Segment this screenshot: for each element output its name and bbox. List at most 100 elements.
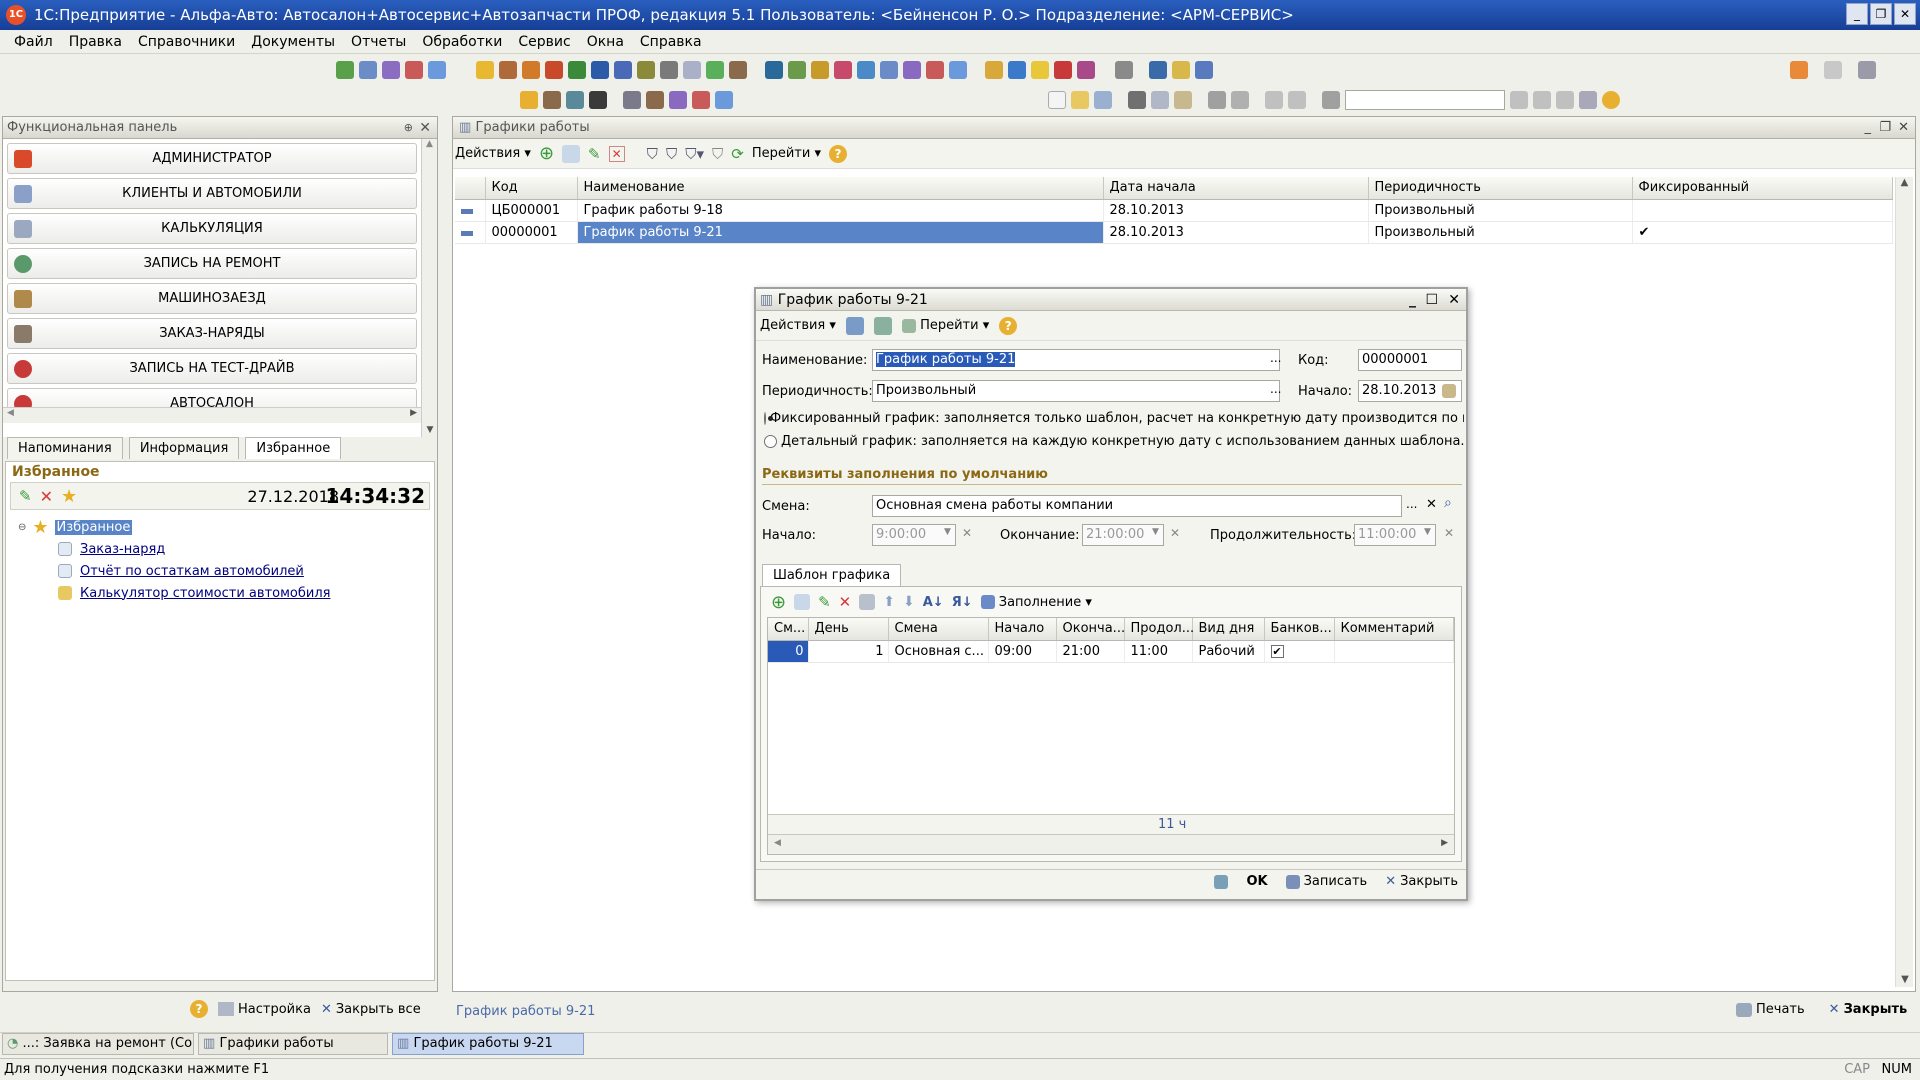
move-up-icon[interactable]: ⬆: [883, 594, 895, 610]
toolbar-form-icon[interactable]: [683, 61, 701, 79]
col-periodicity[interactable]: Периодичность: [1368, 177, 1633, 200]
end-time-clear-icon[interactable]: ✕: [1170, 526, 1180, 540]
bank-day-checkbox[interactable]: ✔: [1270, 644, 1284, 658]
print-button[interactable]: Печать: [1736, 1002, 1805, 1017]
toolbar-tools-icon[interactable]: [1115, 61, 1133, 79]
star-icon[interactable]: ★: [61, 486, 77, 507]
template-copy-icon[interactable]: [794, 594, 811, 610]
info-icon[interactable]: [1602, 91, 1620, 109]
table-row-selected[interactable]: 00000001 График работы 9-21 28.10.2013 П…: [455, 221, 1893, 244]
shift-field[interactable]: Основная смена работы компании: [872, 495, 1402, 517]
toolbar-repair-icon[interactable]: [623, 91, 641, 109]
code-field[interactable]: 00000001: [1358, 349, 1462, 371]
list-vscrollbar[interactable]: ▲ ▼: [1895, 177, 1913, 987]
toolbar-report-icon[interactable]: [765, 61, 783, 79]
toolbar-book-icon[interactable]: [1149, 61, 1167, 79]
add-icon[interactable]: ⊕: [539, 143, 554, 164]
toolbar-car-icon[interactable]: [543, 91, 561, 109]
task-repair-request[interactable]: ◔ ...: Заявка на ремонт (Со...: [2, 1033, 194, 1055]
dialog-actions-menu[interactable]: Действия ▾: [760, 318, 836, 333]
task-schedule-9-21[interactable]: ▥ График работы 9-21: [392, 1033, 584, 1055]
col-name[interactable]: Наименование: [577, 177, 1104, 200]
collapse-icon[interactable]: ⊖: [18, 522, 26, 533]
toolbar-note-icon[interactable]: [1031, 61, 1049, 79]
save-button[interactable]: Записать: [1285, 874, 1367, 889]
filter-list-icon[interactable]: ⛉▾: [685, 145, 704, 163]
menu-help[interactable]: Справка: [632, 34, 710, 50]
copy-row-icon[interactable]: [562, 144, 581, 163]
toolbar-tree-icon[interactable]: [788, 61, 806, 79]
ok-button[interactable]: OK: [1246, 874, 1267, 889]
toolbar-arrows-icon[interactable]: [834, 61, 852, 79]
dialog-close-button[interactable]: ✕: [1448, 289, 1460, 311]
search-icon[interactable]: [1322, 91, 1340, 109]
toolbar-bell-icon[interactable]: [520, 91, 538, 109]
refresh-icon[interactable]: ⟳: [731, 145, 744, 163]
new-doc-icon[interactable]: [1048, 91, 1066, 109]
filter-icon[interactable]: ⛉: [647, 145, 658, 163]
toolbar-money-icon[interactable]: [568, 61, 586, 79]
radio-detail-icon[interactable]: [764, 435, 777, 448]
duration-clear-icon[interactable]: ✕: [1444, 526, 1454, 540]
toolbar-box-icon[interactable]: [811, 61, 829, 79]
clear-search-icon[interactable]: [1510, 91, 1528, 109]
calendar-icon[interactable]: [1790, 61, 1808, 79]
toolbar-garage-icon[interactable]: [499, 61, 517, 79]
sections-hscrollbar[interactable]: ◀ ▶: [3, 407, 421, 423]
sections-scrollbar[interactable]: ▲ ▼: [421, 139, 437, 437]
template-delete-icon[interactable]: ✕: [839, 593, 852, 611]
tab-favorites[interactable]: Избранное: [245, 437, 342, 459]
col-begin[interactable]: Начало: [988, 618, 1057, 641]
table-row[interactable]: ЦБ000001 График работы 9-18 28.10.2013 П…: [455, 199, 1893, 222]
toolbar-users-icon[interactable]: [1195, 61, 1213, 79]
template-hscrollbar[interactable]: ◀ ▶: [768, 834, 1454, 854]
list-close-button[interactable]: ✕: [1898, 117, 1909, 139]
col-comment[interactable]: Комментарий: [1334, 618, 1454, 641]
col-end[interactable]: Оконча...: [1056, 618, 1125, 641]
toolbar-account-icon[interactable]: [880, 61, 898, 79]
delete-icon[interactable]: ✕: [40, 487, 53, 506]
task-schedules[interactable]: ▥ Графики работы: [198, 1033, 388, 1055]
section-test-drive[interactable]: ЗАПИСЬ НА ТЕСТ-ДРАЙВ: [7, 353, 417, 384]
reread-icon[interactable]: [873, 316, 892, 335]
toolbar-calendar-icon[interactable]: [614, 61, 632, 79]
move-down-icon[interactable]: ⬇: [903, 594, 915, 610]
m-icon[interactable]: [1824, 61, 1842, 79]
print-icon[interactable]: [1208, 91, 1226, 109]
col-fixed[interactable]: Фиксированный: [1632, 177, 1893, 200]
tab-schedule-template[interactable]: Шаблон графика: [762, 564, 902, 586]
tab-information[interactable]: Информация: [128, 437, 240, 459]
dialog-close-footer-button[interactable]: ✕ Закрыть: [1385, 874, 1458, 889]
windows-icon[interactable]: [1579, 91, 1597, 109]
list-help-icon[interactable]: ?: [829, 144, 847, 163]
template-add-icon[interactable]: ⊕: [771, 592, 786, 613]
radio-fixed-option[interactable]: Фиксированный график: заполняется только…: [764, 411, 1464, 426]
delete-row-icon[interactable]: ✕: [608, 145, 625, 162]
cell-bank-day[interactable]: ✔: [1264, 640, 1335, 663]
toolbar-people-icon[interactable]: [591, 61, 609, 79]
close-all-button[interactable]: ✕ Закрыть все: [321, 1002, 421, 1017]
toolbar-hammer-icon[interactable]: [729, 61, 747, 79]
pin-icon[interactable]: ⊕: [404, 117, 413, 139]
redo-icon[interactable]: [1288, 91, 1306, 109]
toolbar-list-icon[interactable]: [1077, 61, 1095, 79]
settings-button[interactable]: Настройка: [218, 1002, 311, 1017]
toolbar-exchange-icon[interactable]: [1054, 61, 1072, 79]
menu-windows[interactable]: Окна: [579, 34, 632, 50]
help-icon[interactable]: ?: [190, 1000, 208, 1018]
list-restore-button[interactable]: ❐: [1879, 117, 1891, 139]
toolbar-gear-icon[interactable]: [660, 61, 678, 79]
quick-search-input[interactable]: [1345, 90, 1505, 110]
shift-select-button[interactable]: ...: [1406, 497, 1417, 511]
toolbar-catalog-icon[interactable]: [476, 61, 494, 79]
fav-work-order[interactable]: Заказ-наряд: [80, 542, 165, 557]
name-select-button[interactable]: ...: [1270, 351, 1281, 365]
sort-asc-icon[interactable]: A↓: [923, 595, 944, 610]
filter-value-icon[interactable]: ⛉: [666, 145, 677, 163]
copy-icon[interactable]: [1151, 91, 1169, 109]
post-icon[interactable]: [845, 316, 864, 335]
toolbar-wheel-icon[interactable]: [566, 91, 584, 109]
col-shift[interactable]: Смена: [888, 618, 989, 641]
dialog-goto-menu[interactable]: Перейти ▾: [901, 318, 989, 333]
col-day-type[interactable]: Вид дня: [1192, 618, 1265, 641]
